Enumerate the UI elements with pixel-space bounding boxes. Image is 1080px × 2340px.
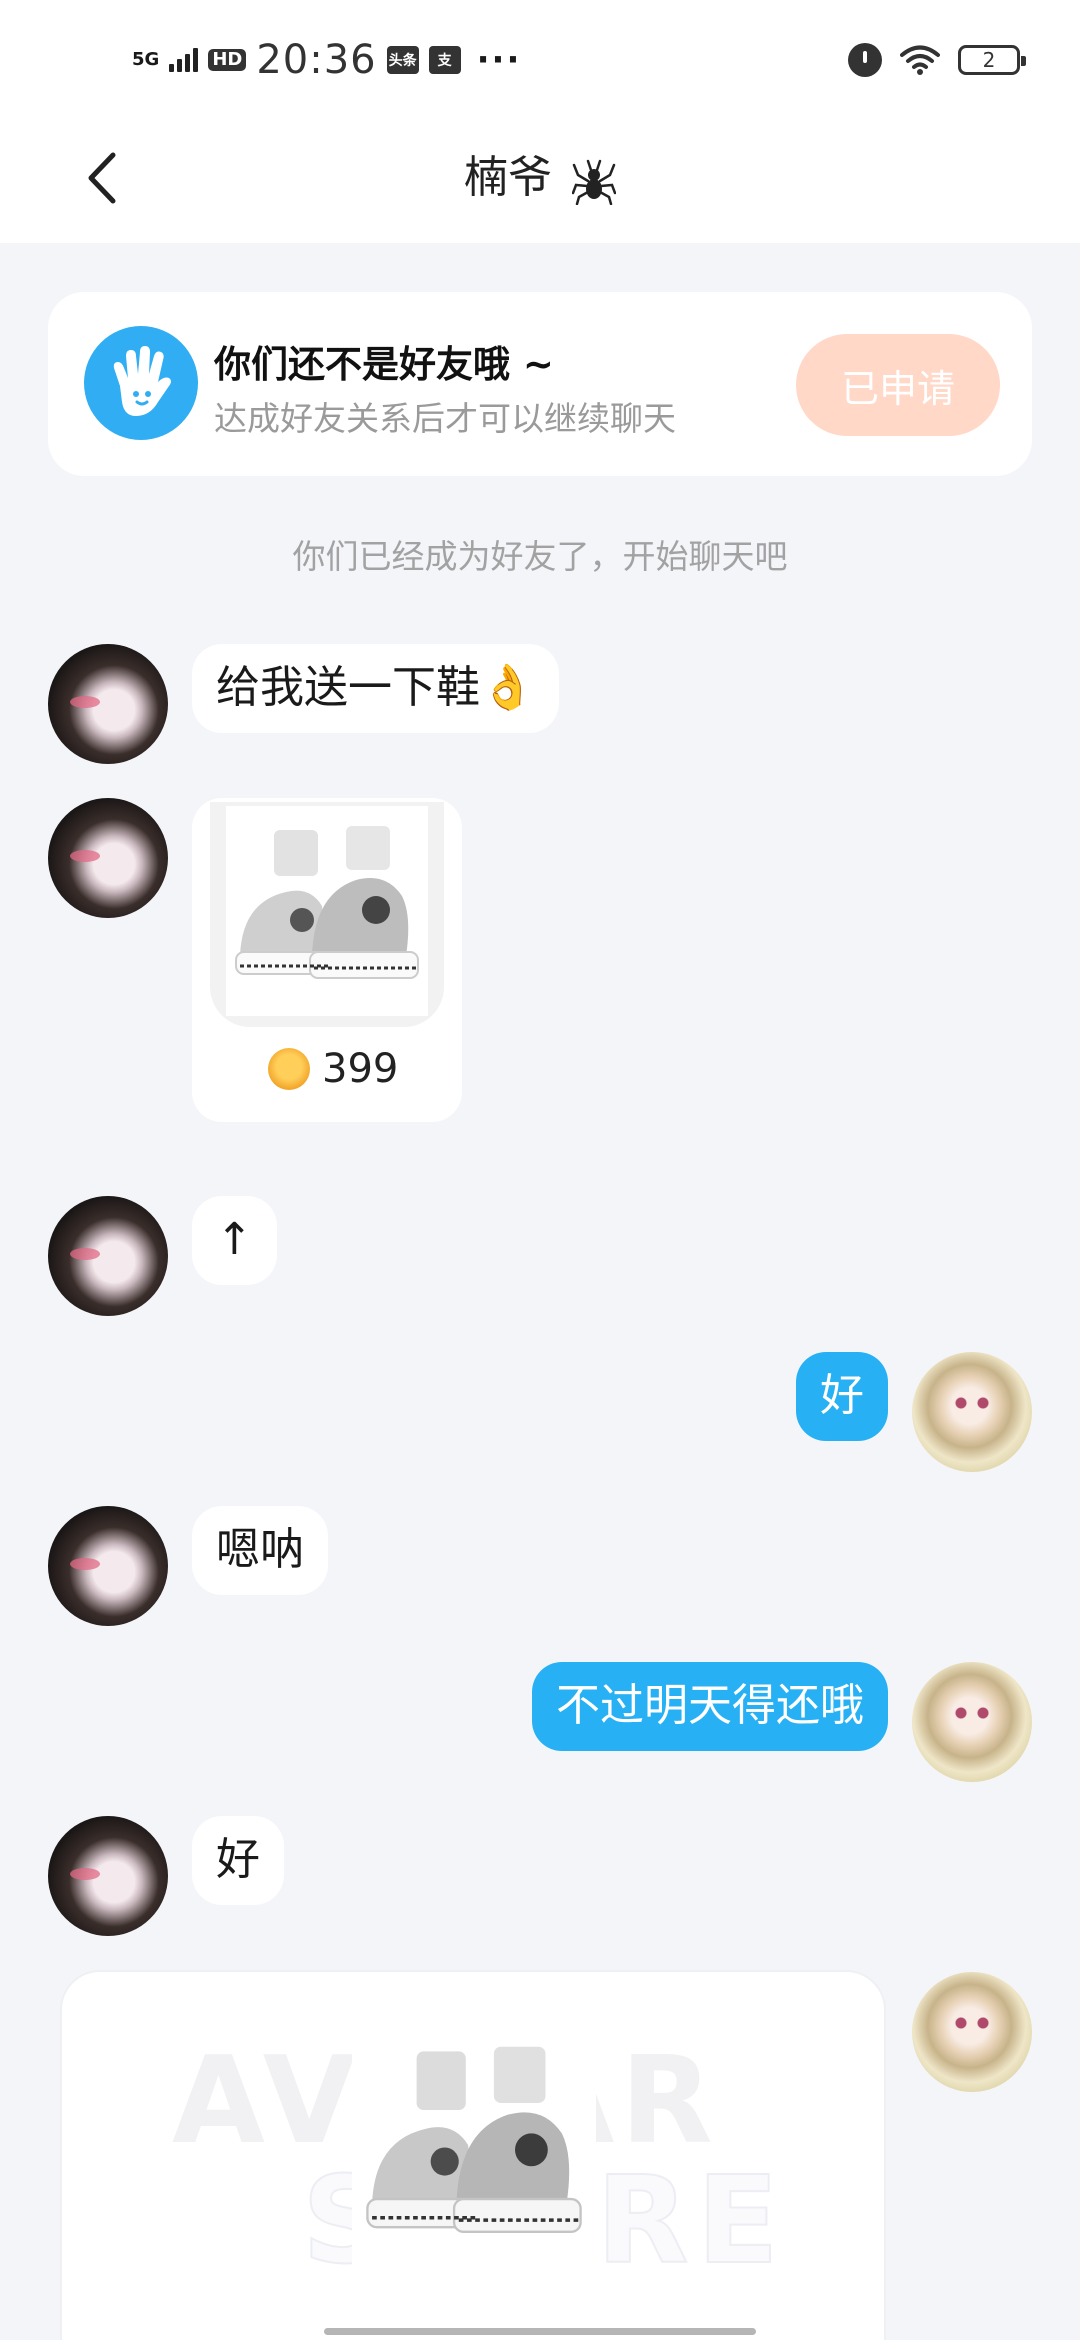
hd-badge: HD — [208, 49, 247, 71]
contact-avatar[interactable] — [48, 1196, 168, 1316]
sneaker-image — [210, 802, 444, 1027]
message-bubble[interactable]: 不过明天得还哦 — [532, 1662, 888, 1751]
message-bubble[interactable]: ↑ — [192, 1196, 277, 1285]
signal-icon — [169, 48, 199, 72]
status-right: 2 — [848, 36, 1026, 84]
status-left: 5G HD 20:36 头条 支 ··· — [132, 30, 521, 90]
clock: 20:36 — [256, 37, 377, 83]
contact-avatar[interactable] — [48, 798, 168, 918]
friend-card-title: 你们还不是好友哦 ~ — [214, 343, 554, 386]
my-avatar[interactable] — [912, 1662, 1032, 1782]
chat-title: 楠爷 — [0, 146, 1080, 210]
sneaker-icon — [366, 2046, 582, 2233]
battery-icon: 2 — [958, 45, 1026, 75]
system-note: 你们已经成为好友了，开始聊天吧 — [292, 537, 788, 576]
alipay-icon: 支 — [428, 46, 461, 74]
price-value: 399 — [322, 1046, 399, 1092]
more-notifications-icon: ··· — [476, 40, 522, 80]
contact-avatar[interactable] — [48, 1816, 168, 1936]
wifi-icon — [900, 45, 940, 75]
status-bar: 5G HD 20:36 头条 支 ··· 2 — [0, 0, 1080, 118]
home-indicator[interactable] — [324, 2328, 756, 2335]
gift-price: 399 — [268, 1046, 398, 1092]
applied-button[interactable]: 已申请 — [796, 334, 1000, 436]
message-bubble[interactable]: 好 — [796, 1352, 888, 1441]
network-label: 5G — [132, 49, 160, 70]
gift-share-card[interactable]: AVATAR STORE — [60, 1970, 886, 2340]
sneaker-image — [352, 2028, 596, 2274]
alarm-icon — [848, 43, 882, 77]
spider-icon — [572, 159, 616, 205]
message-bubble[interactable]: 好 — [192, 1816, 284, 1905]
friend-status-card: 你们还不是好友哦 ~ 达成好友关系后才可以继续聊天 已申请 — [48, 292, 1032, 476]
wave-hand-icon — [84, 326, 198, 440]
message-bubble[interactable]: 给我送一下鞋👌 — [192, 644, 559, 733]
message-bubble[interactable]: 嗯呐 — [192, 1506, 328, 1595]
gift-message-card[interactable]: 399 — [192, 798, 462, 1122]
chat-header: 楠爷 — [0, 118, 1080, 243]
coin-icon — [268, 1048, 310, 1090]
my-avatar[interactable] — [912, 1352, 1032, 1472]
contact-avatar[interactable] — [48, 644, 168, 764]
contact-name: 楠爷 — [464, 152, 552, 203]
contact-avatar[interactable] — [48, 1506, 168, 1626]
toutiao-icon: 头条 — [386, 46, 419, 74]
sneaker-icon — [235, 826, 419, 979]
my-avatar[interactable] — [912, 1972, 1032, 2092]
friend-card-subtitle: 达成好友关系后才可以继续聊天 — [214, 399, 676, 438]
